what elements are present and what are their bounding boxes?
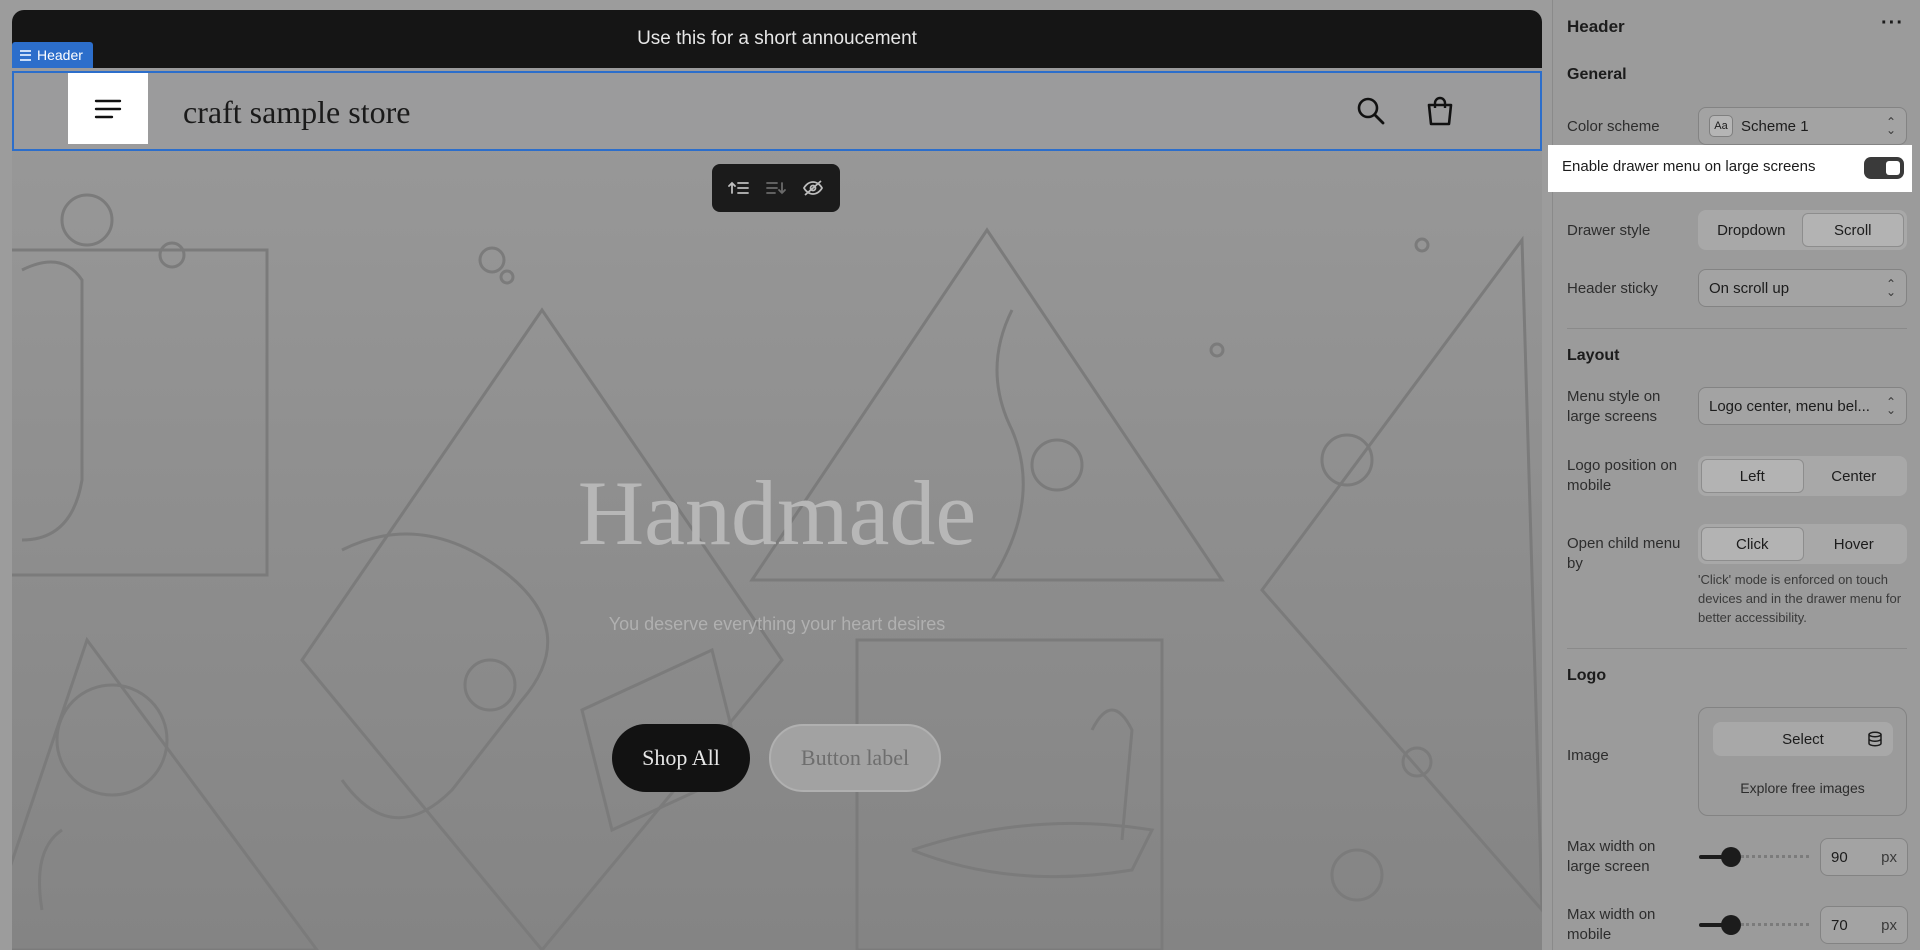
move-down-button[interactable] [762, 174, 790, 202]
child-menu-hover-option[interactable]: Hover [1804, 527, 1905, 561]
max-width-large-input[interactable]: 90 px [1820, 838, 1908, 876]
cart-button[interactable] [1424, 95, 1456, 127]
select-image-button[interactable]: Select [1713, 722, 1893, 756]
max-width-large-value: 90 [1831, 848, 1848, 866]
divider [1567, 648, 1907, 649]
max-width-large-slider[interactable] [1699, 847, 1809, 867]
logo-position-center-option[interactable]: Center [1804, 459, 1905, 493]
hero-banner[interactable]: Handmade You deserve everything your hea… [12, 150, 1542, 950]
database-icon [1868, 731, 1882, 747]
settings-panel: Header ··· General Color scheme Aa Schem… [1552, 0, 1920, 950]
drawer-menu-toggle[interactable] [1864, 157, 1904, 179]
select-button-label: Select [1782, 730, 1824, 748]
color-scheme-label: Color scheme [1567, 118, 1660, 135]
chevron-updown-icon: ⌃ ⌄ [1885, 395, 1896, 417]
header-section-tag[interactable]: Header [12, 42, 93, 68]
menu-style-value: Logo center, menu bel... [1709, 397, 1870, 415]
slider-handle[interactable] [1721, 847, 1741, 867]
section-toolbar [712, 164, 840, 212]
move-up-button[interactable] [725, 174, 753, 202]
announcement-text: Use this for a short annoucement [637, 28, 917, 49]
slider-rest [1741, 923, 1809, 927]
menu-style-select[interactable]: Logo center, menu bel... ⌃ ⌄ [1698, 387, 1907, 425]
menu-style-label: Menu style on large screens [1567, 388, 1661, 425]
logo-group-title: Logo [1567, 667, 1607, 684]
header-tag-label: Header [37, 47, 83, 63]
panel-title: Header [1567, 17, 1625, 36]
more-options-icon[interactable]: ··· [1881, 12, 1904, 35]
drawer-toggle-label: Enable drawer menu on large screens [1562, 158, 1816, 175]
max-width-mobile-label: Max width on mobile [1567, 906, 1656, 943]
move-up-icon [727, 181, 749, 194]
drawer-style-dropdown-option[interactable]: Dropdown [1701, 213, 1802, 247]
max-width-large-label: Max width on large screen [1567, 838, 1656, 875]
search-icon [1357, 97, 1385, 125]
search-button[interactable] [1355, 95, 1387, 127]
logo-position-segmented: Left Center [1698, 456, 1907, 496]
header-sticky-label: Header sticky [1567, 280, 1658, 297]
store-preview: Use this for a short annoucement Handmad… [12, 10, 1542, 950]
move-down-icon [766, 182, 786, 195]
child-menu-label: Open child menu by [1567, 535, 1681, 572]
logo-position-label: Logo position on mobile [1567, 457, 1678, 494]
shop-all-button[interactable]: Shop All [612, 724, 750, 792]
slider-handle[interactable] [1721, 915, 1741, 935]
hero-subheading: You deserve everything your heart desire… [608, 614, 946, 634]
drawer-style-scroll-option[interactable]: Scroll [1801, 213, 1904, 247]
hamburger-menu-icon [94, 99, 122, 118]
logo-position-left-option[interactable]: Left [1701, 459, 1804, 493]
header-sticky-select[interactable]: On scroll up ⌃ ⌄ [1698, 269, 1907, 307]
general-group-title: General [1567, 66, 1627, 83]
chevron-updown-icon: ⌃ ⌄ [1885, 115, 1896, 137]
secondary-hero-button[interactable]: Button label [769, 724, 941, 792]
divider [1567, 328, 1907, 329]
menu-button[interactable] [68, 73, 148, 144]
announcement-bar[interactable]: Use this for a short annoucement [12, 10, 1542, 68]
color-scheme-select[interactable]: Aa Scheme 1 ⌃ ⌄ [1698, 107, 1907, 145]
unit-label: px [1881, 916, 1897, 934]
max-width-mobile-slider[interactable] [1699, 915, 1809, 935]
toggle-knob [1886, 161, 1900, 175]
logo-image-label: Image [1567, 747, 1609, 764]
hero-heading: Handmade [577, 462, 977, 564]
shopping-bag-icon [1427, 96, 1453, 126]
explore-free-images-link[interactable]: Explore free images [1699, 780, 1906, 796]
drawer-menu-toggle-row[interactable]: Enable drawer menu on large screens [1548, 145, 1912, 192]
drawer-style-segmented: Dropdown Scroll [1698, 210, 1907, 250]
drawer-style-label: Drawer style [1567, 222, 1651, 239]
child-menu-click-option[interactable]: Click [1701, 527, 1804, 561]
section-icon [20, 49, 31, 61]
max-width-mobile-input[interactable]: 70 px [1820, 906, 1908, 944]
child-menu-segmented: Click Hover [1698, 524, 1907, 564]
max-width-mobile-value: 70 [1831, 916, 1848, 934]
logo-image-picker: Select Explore free images [1698, 707, 1907, 816]
slider-rest [1741, 855, 1809, 859]
store-logo-text[interactable]: craft sample store [183, 94, 410, 131]
chevron-updown-icon: ⌃ ⌄ [1885, 277, 1896, 299]
color-swatch-icon: Aa [1709, 115, 1733, 137]
color-scheme-value: Scheme 1 [1741, 117, 1809, 135]
header-sticky-value: On scroll up [1709, 279, 1790, 297]
unit-label: px [1881, 848, 1897, 866]
hide-section-button[interactable] [799, 174, 827, 202]
child-menu-note: 'Click' mode is enforced on touch device… [1698, 572, 1902, 625]
layout-group-title: Layout [1567, 347, 1620, 364]
hide-eye-icon [803, 180, 824, 196]
